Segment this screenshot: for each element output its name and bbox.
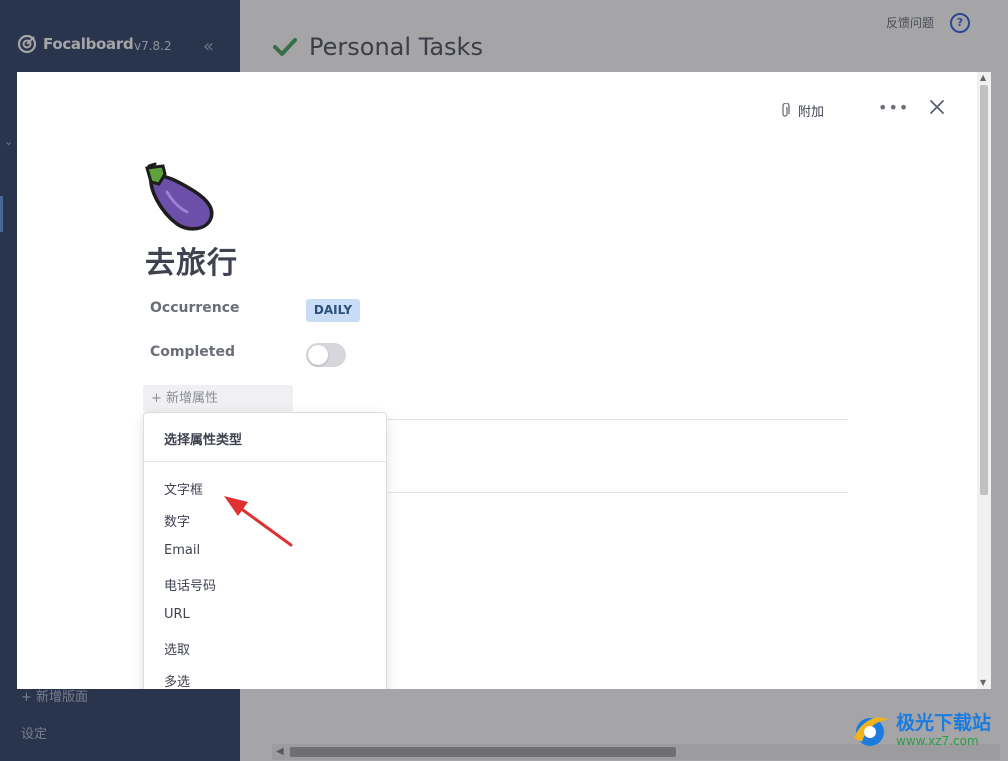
eggplant-icon[interactable] (143, 162, 219, 238)
menu-item-select[interactable]: 选取 (164, 639, 190, 658)
completed-toggle[interactable] (306, 343, 346, 367)
property-type-menu: 选择属性类型 文字框 数字 Email 电话号码 URL 选取 多选 (143, 412, 387, 689)
property-label-occurrence[interactable]: Occurrence (150, 300, 240, 316)
menu-header: 选择属性类型 (164, 433, 243, 448)
vertical-scrollbar[interactable]: ▲ ▼ (977, 72, 991, 689)
attach-label: 附加 (798, 105, 825, 120)
occurrence-value-badge[interactable]: DAILY (306, 299, 360, 322)
more-options-icon[interactable]: ••• (878, 98, 909, 117)
menu-divider (144, 461, 386, 462)
menu-item-text[interactable]: 文字框 (164, 479, 203, 498)
toggle-knob (308, 345, 328, 365)
property-label-completed[interactable]: Completed (150, 344, 235, 360)
menu-item-email[interactable]: Email (164, 543, 200, 558)
card-title[interactable]: 去旅行 (145, 238, 238, 282)
watermark-name: 极光下载站 (896, 712, 992, 734)
scrollbar-thumb[interactable] (980, 85, 988, 495)
menu-item-phone[interactable]: 电话号码 (164, 575, 216, 594)
close-icon[interactable] (927, 97, 947, 117)
watermark-url: www.xz7.com (896, 734, 979, 748)
divider (384, 492, 848, 493)
paperclip-icon (782, 102, 790, 117)
divider (384, 419, 848, 420)
add-property-button[interactable]: + 新增属性 (143, 385, 293, 412)
scroll-down-icon[interactable]: ▼ (980, 678, 986, 687)
attach-button[interactable]: 附加 (780, 101, 824, 120)
watermark: 极光下载站 www.xz7.com (848, 708, 991, 752)
menu-item-multiselect[interactable]: 多选 (164, 671, 190, 689)
menu-item-number[interactable]: 数字 (164, 511, 190, 530)
menu-item-url[interactable]: URL (164, 607, 190, 622)
watermark-logo-icon (854, 717, 888, 746)
scroll-up-icon[interactable]: ▲ (980, 73, 986, 82)
card-dialog: 附加 ••• 去旅行 Occurrence DAILY Completed + … (17, 72, 991, 689)
